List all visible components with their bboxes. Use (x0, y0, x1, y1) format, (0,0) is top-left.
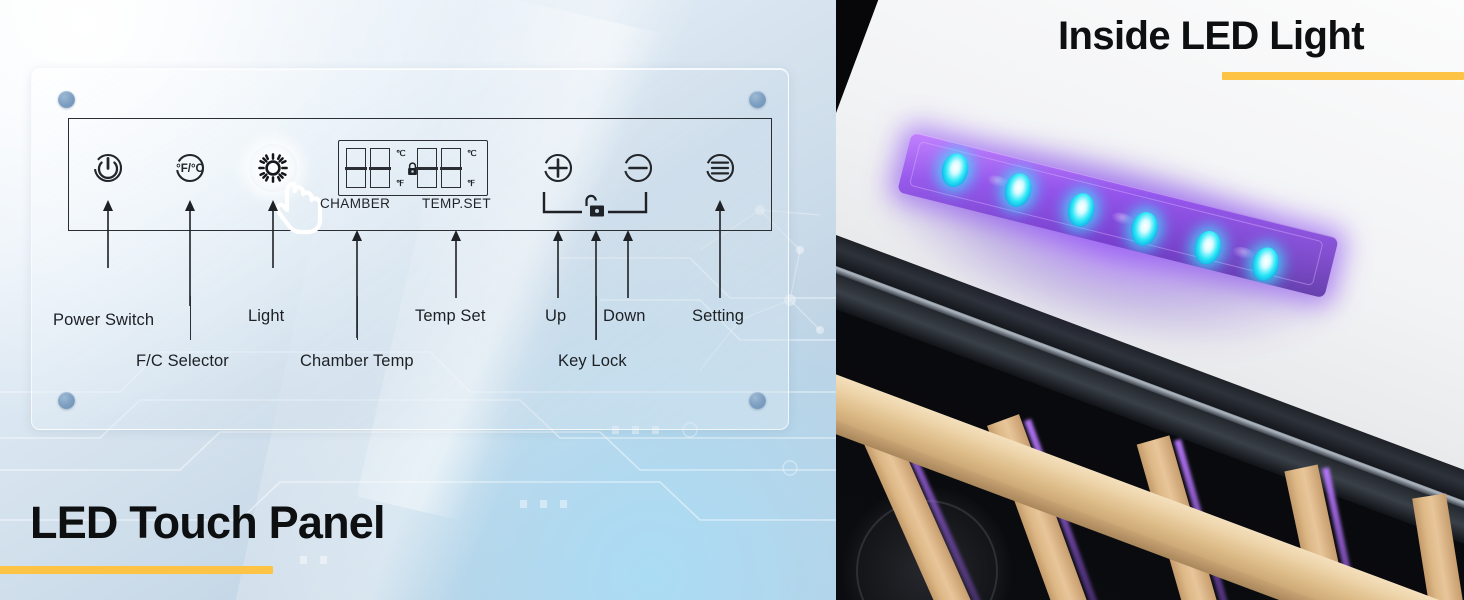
tempset-digit-ones (440, 148, 462, 188)
panel-screw-top-right (749, 91, 766, 108)
minus-icon (623, 153, 653, 183)
label-light: Light (248, 307, 285, 325)
led-touch-panel-section: °F/°C ℃ ℉ ℃ ℉ CHAMBER TEMP.SET Power Swi… (0, 0, 836, 600)
led-dot (1127, 209, 1162, 249)
up-button[interactable] (536, 146, 580, 190)
chamber-temp-digits (345, 148, 391, 188)
tempset-digits (416, 148, 462, 188)
leader-arrow-power (103, 200, 113, 268)
unlock-padlock-icon (585, 194, 604, 217)
led-dot (1191, 228, 1225, 268)
panel-screw-bottom-left (58, 392, 75, 409)
fc-selector-button[interactable]: °F/°C (168, 146, 212, 190)
chamber-fahrenheit-label: ℉ (396, 177, 404, 188)
right-title-underline (1222, 72, 1464, 80)
led-screw-bump (1110, 210, 1135, 227)
label-setting: Setting (692, 307, 745, 325)
led-screw-bump (1231, 245, 1256, 261)
chamber-display-label: CHAMBER (320, 196, 391, 211)
label-power-switch: Power Switch (53, 311, 155, 329)
label-chamber-temp: Chamber Temp (300, 352, 414, 370)
label-key-lock: Key Lock (558, 352, 627, 370)
label-temp-set: Temp Set (415, 307, 486, 325)
left-title-underline (0, 566, 273, 574)
promo-banner: °F/°C ℃ ℉ ℃ ℉ CHAMBER TEMP.SET Power Swi… (0, 0, 1464, 600)
label-fc-selector: F/C Selector (136, 352, 229, 370)
fc-degree-icon: °F/°C (175, 153, 205, 183)
leader-arrow-tempset (451, 230, 461, 298)
led-dot (938, 150, 972, 190)
key-lock-bracket (542, 192, 648, 217)
connector-line-keylock (596, 296, 598, 340)
chamber-unit-labels: ℃ ℉ (396, 148, 406, 188)
setting-button[interactable] (698, 146, 742, 190)
leader-arrow-down (623, 230, 633, 298)
panel-screw-bottom-right (749, 392, 766, 409)
label-up: Up (545, 307, 567, 325)
menu-icon (705, 153, 735, 183)
tempset-celsius-label: ℃ (467, 148, 477, 158)
led-dot (1001, 170, 1035, 210)
left-section-title: LED Touch Panel (30, 497, 386, 548)
power-switch-button[interactable] (86, 146, 130, 190)
right-section-title: Inside LED Light (1058, 14, 1365, 58)
connector-line-fc (190, 296, 192, 340)
chamber-digit-ones (369, 148, 391, 188)
leader-arrow-up (553, 230, 563, 298)
fc-icon-text: °F/°C (176, 163, 204, 175)
panel-screw-top-left (58, 91, 75, 108)
leader-arrow-fc (185, 200, 195, 306)
label-down: Down (603, 307, 646, 325)
leader-arrow-light (268, 200, 278, 268)
tempset-unit-labels: ℃ ℉ (467, 148, 477, 188)
leader-arrow-setting (715, 200, 725, 298)
chamber-celsius-label: ℃ (396, 148, 406, 158)
inside-led-light-section (836, 0, 1464, 600)
tempset-digit-tens (416, 148, 438, 188)
tempset-fahrenheit-label: ℉ (467, 177, 475, 188)
chamber-digit-tens (345, 148, 367, 188)
led-dot (1064, 190, 1098, 230)
power-icon (93, 153, 123, 183)
tempset-display-label: TEMP.SET (422, 196, 491, 211)
lcd-display: ℃ ℉ ℃ ℉ (338, 140, 488, 196)
down-button[interactable] (616, 146, 660, 190)
led-dot (1248, 244, 1283, 284)
connector-line-chamber (357, 296, 359, 340)
plus-icon (543, 153, 573, 183)
